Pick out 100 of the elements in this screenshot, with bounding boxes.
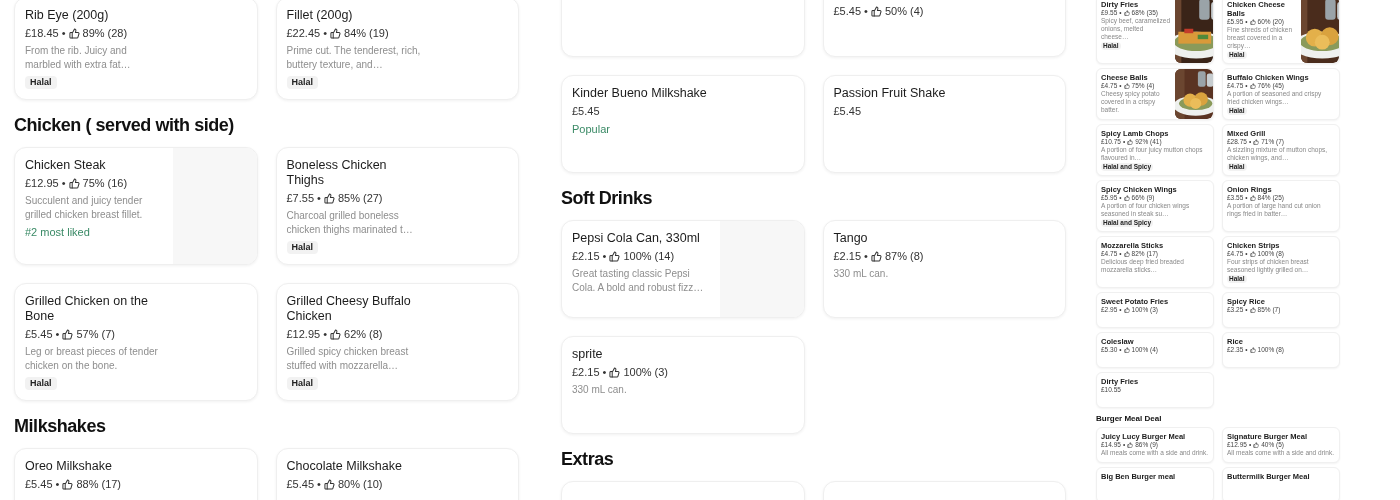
menu-card[interactable]: £5.45 • 50% (4) [822,0,1066,57]
thumbs-up-icon [870,250,882,262]
thumbs-up-icon [609,366,621,378]
item-price: £5.45 [572,104,600,119]
item-description: Great tasting classic Pepsi Cola. A bold and robust fizz… [572,267,705,295]
dietary-tag: Halal [286,76,318,89]
menu-card[interactable]: Oreo Milkshake £5.45 • 88% (17) [14,448,258,500]
item-title: Grilled Cheesy Buffalo Chicken [286,294,412,324]
item-price: £5.45 [25,477,53,492]
menu-card[interactable]: Passion Fruit Shake £5.45 [822,75,1066,173]
item-rating: 62% (8) [344,327,383,342]
item-price: £2.15 [572,249,600,264]
meta-separator: • [317,477,321,492]
item-description: Grilled spicy chicken breast stuffed with mozzarella… [286,345,410,373]
meta-separator: • [323,26,327,41]
menu-card[interactable]: Pepsi Cola Can, 330ml £2.15 • 100% (14) Great tasting classic Pepsi Cola. A bold and robust fizz… [561,220,805,318]
thumbs-up-icon [1249,251,1256,257]
meta-separator: • [55,327,60,342]
thumbs-up-icon [68,27,80,39]
thumbs-up-icon [330,328,341,340]
item-description: 330 mL can. [572,383,627,397]
menu-card[interactable]: Grilled Chicken on the Bone £5.45 • 57% (7) Leg or breast pieces of tender chicken on the bone. Halal [14,283,258,401]
menu-card[interactable]: Chocolate Milkshake £5.45 • 80% (10) [275,448,519,500]
item-price: £5.45 [833,4,862,19]
item-title: Rib Eye (200g) [25,8,109,23]
thumbs-up-icon [1249,347,1256,353]
thumbs-up-icon [1123,251,1130,257]
item-rating: 100% (3) [623,365,669,380]
item-description: From the rib. Juicy and marbled with extra fat… [25,44,132,72]
item-rating: 100% (14) [623,249,675,264]
item-description: Succulent and juicy tender grilled chicken breast fillet. [25,194,144,222]
item-rating: 57% (7) [76,327,115,342]
dietary-tag: Halal [286,377,318,390]
thumbs-up-icon [1253,139,1260,145]
item-title: Boneless Chicken Thighs [286,158,388,188]
item-description: 330 mL can. [833,267,889,281]
section-heading: Milkshakes [14,415,107,437]
item-price: £22.45 [286,26,321,41]
meta-separator: • [864,4,868,19]
thumbs-up-icon [1249,83,1256,89]
thumbs-up-icon [1127,442,1134,448]
item-title: Grilled Chicken on the Bone [25,294,149,324]
item-rating: 89% (28) [82,26,128,41]
item-price: £2.15 [833,249,862,264]
item-highlight: Popular [572,122,610,136]
thumbs-up-icon [323,192,335,204]
item-title: Kinder Bueno Milkshake [572,86,707,101]
section-heading: Extras [561,448,615,470]
thumbs-up-icon [1123,83,1130,89]
meta-separator: • [602,249,607,264]
item-rating: 75% (16) [82,176,128,191]
item-title: Chocolate Milkshake [286,459,402,474]
thumbs-up-icon [1249,307,1256,313]
thumbs-up-icon [1253,442,1260,448]
dietary-tag: Halal [286,241,318,254]
meta-separator: • [864,249,868,264]
item-price: £5.45 [286,477,315,492]
menu-card[interactable]: Grilled Cheesy Buffalo Chicken £12.95 • 62% (8) Grilled spicy chicken breast stuffed with mozzarella… Halal [275,283,519,401]
meta-separator: • [55,477,60,492]
thumbs-up-icon [1123,10,1130,16]
item-description: Charcoal grilled boneless chicken thighs marinated t… [286,209,414,237]
item-title: Oreo Milkshake [25,459,112,474]
thumbs-up-icon [330,27,341,39]
item-rating: 87% (8) [884,249,924,264]
item-rating: 84% (19) [344,26,389,41]
item-price: £5.45 [833,104,862,119]
item-price: £7.55 [286,191,315,206]
item-highlight: #2 most liked [25,225,90,239]
item-title: sprite [572,347,603,362]
menu-card[interactable]: Kinder Bueno Milkshake £5.45 Popular [561,75,805,173]
item-price: £12.95 [25,176,59,191]
menu-card[interactable]: Rib Eye (200g) £18.45 • 89% (28) From the rib. Juicy and marbled with extra fat… Halal [14,0,258,100]
item-price: £5.45 [25,327,53,342]
item-rating: 50% (4) [884,4,924,19]
thumbs-up-icon [1249,195,1256,201]
menu-card[interactable]: sprite £2.15 • 100% (3) 330 mL can. [561,336,805,434]
thumbs-up-icon [1127,139,1134,145]
meta-separator: • [61,176,66,191]
item-price: £18.45 [25,26,59,41]
menu-card[interactable]: Tango £2.15 • 87% (8) 330 mL can. [822,220,1066,318]
item-title: Chicken Steak [25,158,106,173]
thumbs-up-icon [1123,307,1130,313]
thumbs-up-icon [870,5,882,17]
item-price: £12.95 [286,327,321,342]
thumbs-up-icon [62,478,74,490]
dietary-tag: Halal [25,76,57,89]
thumbs-up-icon [323,478,335,490]
item-title: Fillet (200g) [286,8,353,23]
meta-separator: • [317,191,321,206]
menu-card[interactable]: Boneless Chicken Thighs £7.55 • 85% (27) Charcoal grilled boneless chicken thighs marinated t… Halal [275,147,519,265]
section-heading: Soft Drinks [561,187,654,209]
item-price: £2.15 [572,365,600,380]
meta-separator: • [323,327,327,342]
section-heading: Chicken ( served with side) [14,114,235,136]
item-rating: 80% (10) [337,477,383,492]
item-title: Tango [833,231,868,246]
menu-card[interactable]: Fillet (200g) £22.45 • 84% (19) Prime cut. The tenderest, rich, buttery texture, and… Halal [275,0,519,100]
item-description: Leg or breast pieces of tender chicken on the bone. [25,345,159,373]
menu-card[interactable]: Chicken Steak £12.95 • 75% (16) Succulent and juicy tender grilled chicken breast fillet. #2 most liked [14,147,258,265]
section-heading: Burger Meal Deal [1096,414,1163,424]
